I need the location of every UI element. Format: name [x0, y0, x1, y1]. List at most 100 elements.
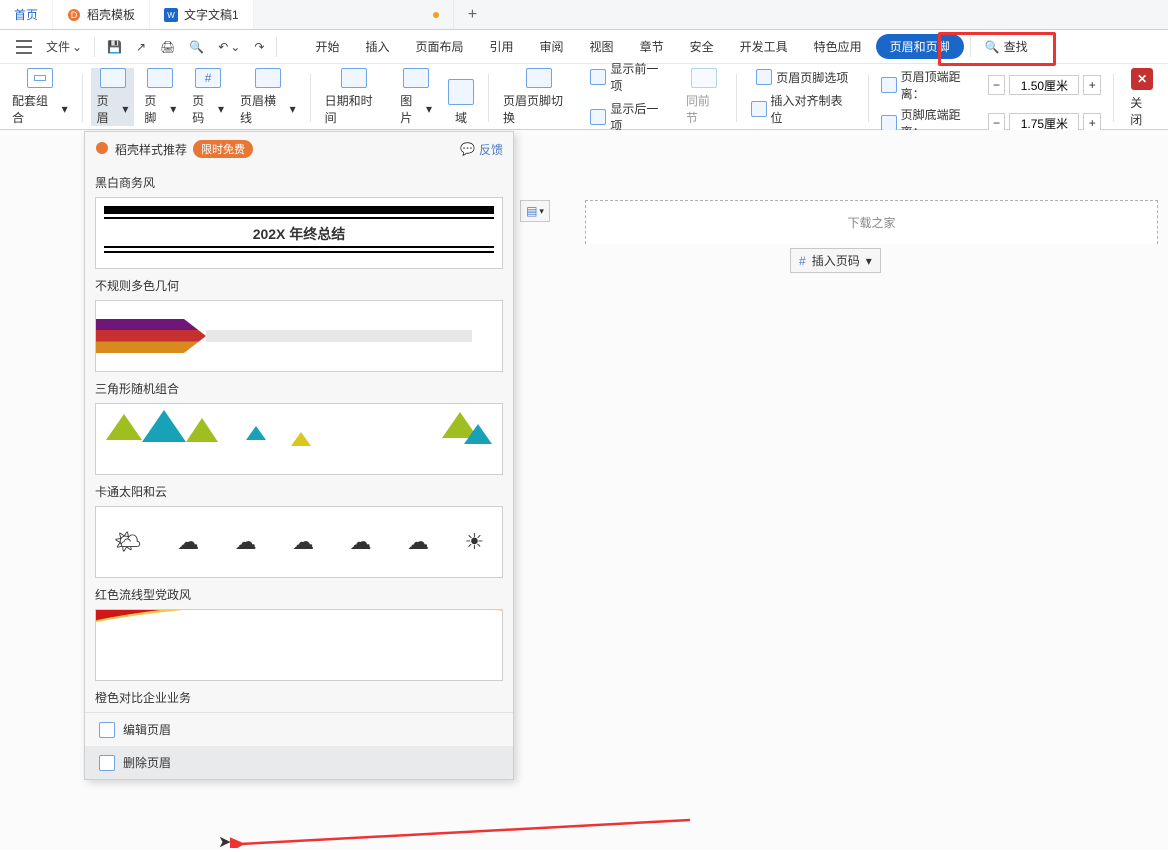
svg-text:W: W [167, 11, 175, 20]
ribbon-headerline[interactable]: 页眉横线▾ [234, 68, 302, 126]
menu-reference[interactable]: 引用 [478, 34, 526, 59]
file-menu[interactable]: 文件⌄ [40, 34, 88, 59]
ribbon-pageno-label: 页码 [192, 92, 216, 126]
ribbon-picture[interactable]: 图片▾ [394, 68, 438, 126]
picture-icon [403, 68, 429, 88]
top-dist-plus[interactable]: + [1083, 75, 1101, 95]
switch-icon [526, 68, 552, 88]
category-orange-biz: 橙色对比企业业务 [95, 689, 503, 706]
menu-security[interactable]: 安全 [678, 34, 726, 59]
ribbon-hfswitch[interactable]: 页眉页脚切换 [497, 68, 580, 126]
preview-button[interactable]: 🔍 [183, 36, 210, 58]
chevron-down-icon: ▾ [426, 102, 432, 116]
ribbon-same-prev[interactable]: 同前节 [680, 68, 728, 126]
menu-header-footer[interactable]: 页眉和页脚 [876, 34, 964, 59]
menu-insert[interactable]: 插入 [353, 34, 401, 59]
ribbon-close[interactable]: ✕ 关闭 [1122, 68, 1162, 128]
search-button[interactable]: 🔍 查找 [985, 38, 1028, 55]
ribbon-datetime-label: 日期和时间 [325, 92, 385, 126]
tab-document-label: 文字文稿1 [184, 6, 239, 23]
ribbon-insert-align[interactable]: 插入对齐制表位 [751, 92, 854, 126]
category-cartoon: 卡通太阳和云 🌤 ☁ ☁ ☁ ☁ ☁ ☀ [95, 483, 503, 578]
ribbon-field-label: 域 [455, 109, 467, 126]
header-tag-dropdown[interactable]: ▤▾ [520, 200, 550, 222]
style-thumb-triangles[interactable] [95, 403, 503, 475]
tab-home[interactable]: 首页 [0, 0, 53, 29]
modified-dot-icon [433, 12, 439, 18]
menu-view[interactable]: 视图 [578, 34, 626, 59]
ribbon-field[interactable]: 域 [442, 68, 480, 126]
cloud-icon: ☁ [350, 529, 372, 555]
menu-review[interactable]: 审阅 [528, 34, 576, 59]
ribbon-hfswitch-label: 页眉页脚切换 [503, 92, 574, 126]
shell-icon [95, 141, 109, 158]
divider [310, 74, 311, 122]
hash-icon: # [799, 254, 806, 268]
workspace: ▤▾ 下载之家 # 插入页码 ▾ 稻壳样式推荐 限时免费 💬 反馈 黑白商务风 [0, 130, 1168, 850]
document-header-area[interactable]: 下载之家 [585, 200, 1158, 244]
plus-icon: + [468, 6, 477, 24]
chevron-down-icon: ▾ [218, 102, 224, 116]
ribbon-match-label: 配套组合 [12, 92, 60, 126]
chevron-down-icon: ▾ [539, 206, 544, 217]
style-thumb-red[interactable] [95, 609, 503, 681]
menu-chapter[interactable]: 章节 [628, 34, 676, 59]
delete-header-action[interactable]: 删除页眉 [85, 746, 513, 779]
ribbon-header[interactable]: 页眉▾ [91, 68, 135, 126]
dropdown-body[interactable]: 黑白商务风 202X 年终总结 不规则多色几何 三角形随机组合 [85, 166, 513, 712]
menu-layout[interactable]: 页面布局 [404, 34, 476, 59]
edit-header-action[interactable]: 编辑页眉 [85, 713, 513, 746]
cloud-icon: ☁ [407, 529, 429, 555]
category-title: 橙色对比企业业务 [95, 689, 503, 706]
ribbon-show-prev[interactable]: 显示前一项 [590, 60, 669, 94]
top-dist-minus[interactable]: − [988, 75, 1006, 95]
ribbon-picture-label: 图片 [400, 92, 424, 126]
header-style-dropdown: 稻壳样式推荐 限时免费 💬 反馈 黑白商务风 202X 年终总结 不规则多色几何 [84, 131, 514, 780]
style-thumb-geometry[interactable] [95, 300, 503, 372]
divider [488, 74, 489, 122]
category-red-gov: 红色流线型党政风 [95, 586, 503, 681]
shell-icon: D [67, 8, 81, 22]
save-button[interactable]: 💾 [101, 36, 128, 58]
category-title: 卡通太阳和云 [95, 483, 503, 500]
ribbon-datetime[interactable]: 日期和时间 [319, 68, 391, 126]
next-icon [590, 109, 606, 125]
ribbon-match-combo[interactable]: 配套组合▾ [6, 68, 74, 126]
top-dist-input[interactable] [1009, 75, 1079, 95]
free-badge: 限时免费 [193, 140, 253, 158]
ribbon-footer[interactable]: 页脚▾ [138, 68, 182, 126]
share-button[interactable]: ↗ [130, 36, 152, 58]
tab-new[interactable]: + [454, 0, 491, 29]
ribbon-hf-options[interactable]: 页眉页脚选项 [756, 69, 848, 86]
style-thumb-bw[interactable]: 202X 年终总结 [95, 197, 503, 269]
ribbon-show-next[interactable]: 显示后一项 [590, 100, 669, 134]
edit-icon [99, 722, 115, 738]
chevron-down-icon: ▾ [290, 102, 296, 116]
insert-pageno-button[interactable]: # 插入页码 ▾ [790, 248, 881, 273]
sun-icon: ☀ [464, 529, 484, 555]
headerline-icon [255, 68, 281, 88]
tab-templates[interactable]: D 稻壳模板 [53, 0, 150, 29]
ribbon-pageno[interactable]: #页码▾ [186, 68, 230, 126]
print-button[interactable]: 🖨 [154, 36, 181, 58]
cloud-icon: ☁ [235, 529, 257, 555]
category-title: 三角形随机组合 [95, 380, 503, 397]
field-icon [448, 79, 474, 105]
redo-button[interactable]: ↷ [248, 36, 270, 58]
cloud-icon: ☁ [292, 529, 314, 555]
calendar-icon [341, 68, 367, 88]
menu-special[interactable]: 特色应用 [802, 34, 874, 59]
close-icon: ✕ [1131, 68, 1153, 90]
header-placeholder: 下载之家 [847, 214, 895, 231]
ribbon-footer-label: 页脚 [144, 92, 168, 126]
menu-start[interactable]: 开始 [303, 34, 351, 59]
tab-document[interactable]: W 文字文稿1 [150, 0, 254, 29]
top-dist-icon [881, 77, 897, 93]
divider [94, 37, 95, 57]
menu-devtools[interactable]: 开发工具 [728, 34, 800, 59]
feedback-link[interactable]: 💬 反馈 [460, 141, 503, 158]
undo-button[interactable]: ↶⌄ [212, 36, 246, 58]
svg-text:D: D [71, 10, 78, 20]
menu-button[interactable] [10, 36, 38, 58]
style-thumb-cartoon[interactable]: 🌤 ☁ ☁ ☁ ☁ ☁ ☀ [95, 506, 503, 578]
